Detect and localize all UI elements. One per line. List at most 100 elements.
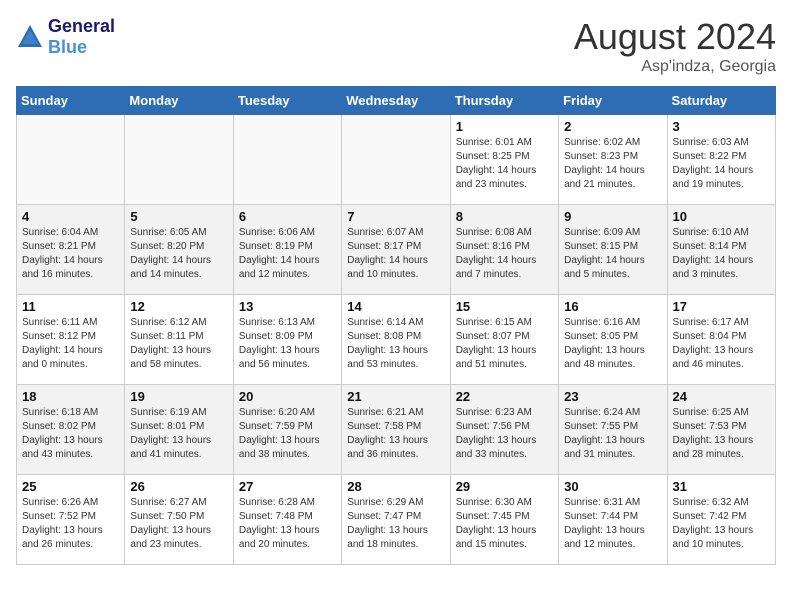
day-info: Sunrise: 6:03 AM Sunset: 8:22 PM Dayligh… — [673, 136, 770, 192]
col-header-monday: Monday — [125, 87, 233, 115]
day-number: 21 — [347, 389, 444, 404]
col-header-tuesday: Tuesday — [233, 87, 341, 115]
logo: General Blue — [16, 16, 115, 58]
calendar-cell: 18Sunrise: 6:18 AM Sunset: 8:02 PM Dayli… — [17, 385, 125, 475]
calendar-cell: 16 Sunrise: 6:16 AM Sunset: 8:05 PM Dayli… — [559, 295, 667, 385]
day-info: Sunrise: 6:01 AM Sunset: 8:25 PM Dayligh… — [456, 136, 553, 192]
page-header: General Blue August 2024 Asp'indza, Geor… — [16, 16, 776, 76]
calendar-cell: 30Sunrise: 6:31 AM Sunset: 7:44 PM Dayli… — [559, 475, 667, 565]
calendar-cell: 15 Sunrise: 6:15 AM Sunset: 8:07 PM Dayli… — [450, 295, 558, 385]
day-number: 18 — [22, 389, 119, 404]
day-number: 26 — [130, 479, 227, 494]
calendar-cell: 29 Sunrise: 6:30 AM Sunset: 7:45 PM Dayli… — [450, 475, 558, 565]
col-header-saturday: Saturday — [667, 87, 775, 115]
calendar-cell: 12 Sunrise: 6:12 AM Sunset: 8:11 PM Dayli… — [125, 295, 233, 385]
calendar-cell: 7 Sunrise: 6:07 AM Sunset: 8:17 PM Daylig… — [342, 205, 450, 295]
day-info: Sunrise: 6:02 AM Sunset: 8:23 PM Dayligh… — [564, 136, 661, 192]
day-info: Sunrise: 6:10 AM Sunset: 8:14 PM Dayligh… — [673, 226, 770, 282]
calendar-cell — [342, 115, 450, 205]
month-year-title: August 2024 — [574, 16, 776, 58]
day-info: Sunrise: 6:16 AM Sunset: 8:05 PM Dayligh… — [564, 316, 661, 372]
day-info: Sunrise: 6:20 AM Sunset: 7:59 PM Dayligh… — [239, 406, 336, 462]
day-number: 4 — [22, 209, 119, 224]
calendar-week-4: 18Sunrise: 6:18 AM Sunset: 8:02 PM Dayli… — [17, 385, 776, 475]
day-info: Sunrise: 6:14 AM Sunset: 8:08 PM Dayligh… — [347, 316, 444, 372]
calendar-cell — [125, 115, 233, 205]
calendar-cell: 4 Sunrise: 6:04 AM Sunset: 8:21 PM Daylig… — [17, 205, 125, 295]
day-info: Sunrise: 6:17 AM Sunset: 8:04 PM Dayligh… — [673, 316, 770, 372]
day-number: 23 — [564, 389, 661, 404]
day-number: 10 — [673, 209, 770, 224]
day-number: 2 — [564, 119, 661, 134]
calendar-cell: 24 Sunrise: 6:25 AM Sunset: 7:53 PM Dayli… — [667, 385, 775, 475]
day-number: 25 — [22, 479, 119, 494]
calendar-cell: 6 Sunrise: 6:06 AM Sunset: 8:19 PM Daylig… — [233, 205, 341, 295]
col-header-thursday: Thursday — [450, 87, 558, 115]
day-number: 28 — [347, 479, 444, 494]
day-number: 1 — [456, 119, 553, 134]
calendar-cell — [17, 115, 125, 205]
logo-icon — [16, 23, 44, 51]
calendar-table: SundayMondayTuesdayWednesdayThursdayFrid… — [16, 86, 776, 565]
day-info: Sunrise: 6:15 AM Sunset: 8:07 PM Dayligh… — [456, 316, 553, 372]
day-info: Sunrise: 6:25 AM Sunset: 7:53 PM Dayligh… — [673, 406, 770, 462]
calendar-week-5: 25 Sunrise: 6:26 AM Sunset: 7:52 PM Dayli… — [17, 475, 776, 565]
calendar-cell: 17 Sunrise: 6:17 AM Sunset: 8:04 PM Dayli… — [667, 295, 775, 385]
day-info: Sunrise: 6:09 AM Sunset: 8:15 PM Dayligh… — [564, 226, 661, 282]
calendar-cell: 1 Sunrise: 6:01 AM Sunset: 8:25 PM Daylig… — [450, 115, 558, 205]
day-number: 30 — [564, 479, 661, 494]
day-info: Sunrise: 6:04 AM Sunset: 8:21 PM Dayligh… — [22, 226, 119, 282]
day-info: Sunrise: 6:28 AM Sunset: 7:48 PM Dayligh… — [239, 496, 336, 552]
day-number: 24 — [673, 389, 770, 404]
day-number: 16 — [564, 299, 661, 314]
calendar-cell: 10 Sunrise: 6:10 AM Sunset: 8:14 PM Dayli… — [667, 205, 775, 295]
day-number: 19 — [130, 389, 227, 404]
calendar-cell: 20 Sunrise: 6:20 AM Sunset: 7:59 PM Dayli… — [233, 385, 341, 475]
calendar-week-2: 4 Sunrise: 6:04 AM Sunset: 8:21 PM Daylig… — [17, 205, 776, 295]
day-number: 12 — [130, 299, 227, 314]
calendar-cell: 26 Sunrise: 6:27 AM Sunset: 7:50 PM Dayli… — [125, 475, 233, 565]
day-number: 7 — [347, 209, 444, 224]
day-number: 11 — [22, 299, 119, 314]
calendar-cell: 21 Sunrise: 6:21 AM Sunset: 7:58 PM Dayli… — [342, 385, 450, 475]
day-info: Sunrise: 6:05 AM Sunset: 8:20 PM Dayligh… — [130, 226, 227, 282]
calendar-cell: 11Sunrise: 6:11 AM Sunset: 8:12 PM Dayli… — [17, 295, 125, 385]
day-number: 5 — [130, 209, 227, 224]
calendar-cell: 13Sunrise: 6:13 AM Sunset: 8:09 PM Dayli… — [233, 295, 341, 385]
calendar-cell: 8 Sunrise: 6:08 AM Sunset: 8:16 PM Daylig… — [450, 205, 558, 295]
day-number: 15 — [456, 299, 553, 314]
calendar-cell: 31Sunrise: 6:32 AM Sunset: 7:42 PM Dayli… — [667, 475, 775, 565]
day-info: Sunrise: 6:21 AM Sunset: 7:58 PM Dayligh… — [347, 406, 444, 462]
day-number: 27 — [239, 479, 336, 494]
day-info: Sunrise: 6:12 AM Sunset: 8:11 PM Dayligh… — [130, 316, 227, 372]
calendar-cell — [233, 115, 341, 205]
day-number: 3 — [673, 119, 770, 134]
day-info: Sunrise: 6:07 AM Sunset: 8:17 PM Dayligh… — [347, 226, 444, 282]
logo-general: General — [48, 16, 115, 36]
day-info: Sunrise: 6:08 AM Sunset: 8:16 PM Dayligh… — [456, 226, 553, 282]
logo-blue: Blue — [48, 37, 87, 57]
day-number: 29 — [456, 479, 553, 494]
day-number: 17 — [673, 299, 770, 314]
day-info: Sunrise: 6:24 AM Sunset: 7:55 PM Dayligh… — [564, 406, 661, 462]
day-info: Sunrise: 6:30 AM Sunset: 7:45 PM Dayligh… — [456, 496, 553, 552]
day-info: Sunrise: 6:06 AM Sunset: 8:19 PM Dayligh… — [239, 226, 336, 282]
col-header-sunday: Sunday — [17, 87, 125, 115]
col-header-friday: Friday — [559, 87, 667, 115]
day-number: 14 — [347, 299, 444, 314]
day-info: Sunrise: 6:19 AM Sunset: 8:01 PM Dayligh… — [130, 406, 227, 462]
day-number: 20 — [239, 389, 336, 404]
day-info: Sunrise: 6:23 AM Sunset: 7:56 PM Dayligh… — [456, 406, 553, 462]
calendar-cell: 9 Sunrise: 6:09 AM Sunset: 8:15 PM Daylig… — [559, 205, 667, 295]
calendar-cell: 19 Sunrise: 6:19 AM Sunset: 8:01 PM Dayli… — [125, 385, 233, 475]
day-info: Sunrise: 6:26 AM Sunset: 7:52 PM Dayligh… — [22, 496, 119, 552]
day-number: 8 — [456, 209, 553, 224]
calendar-cell: 5 Sunrise: 6:05 AM Sunset: 8:20 PM Daylig… — [125, 205, 233, 295]
day-info: Sunrise: 6:13 AM Sunset: 8:09 PM Dayligh… — [239, 316, 336, 372]
day-number: 9 — [564, 209, 661, 224]
calendar-cell: 25 Sunrise: 6:26 AM Sunset: 7:52 PM Dayli… — [17, 475, 125, 565]
day-info: Sunrise: 6:27 AM Sunset: 7:50 PM Dayligh… — [130, 496, 227, 552]
calendar-header-row: SundayMondayTuesdayWednesdayThursdayFrid… — [17, 87, 776, 115]
calendar-cell: 27 Sunrise: 6:28 AM Sunset: 7:48 PM Dayli… — [233, 475, 341, 565]
day-number: 6 — [239, 209, 336, 224]
